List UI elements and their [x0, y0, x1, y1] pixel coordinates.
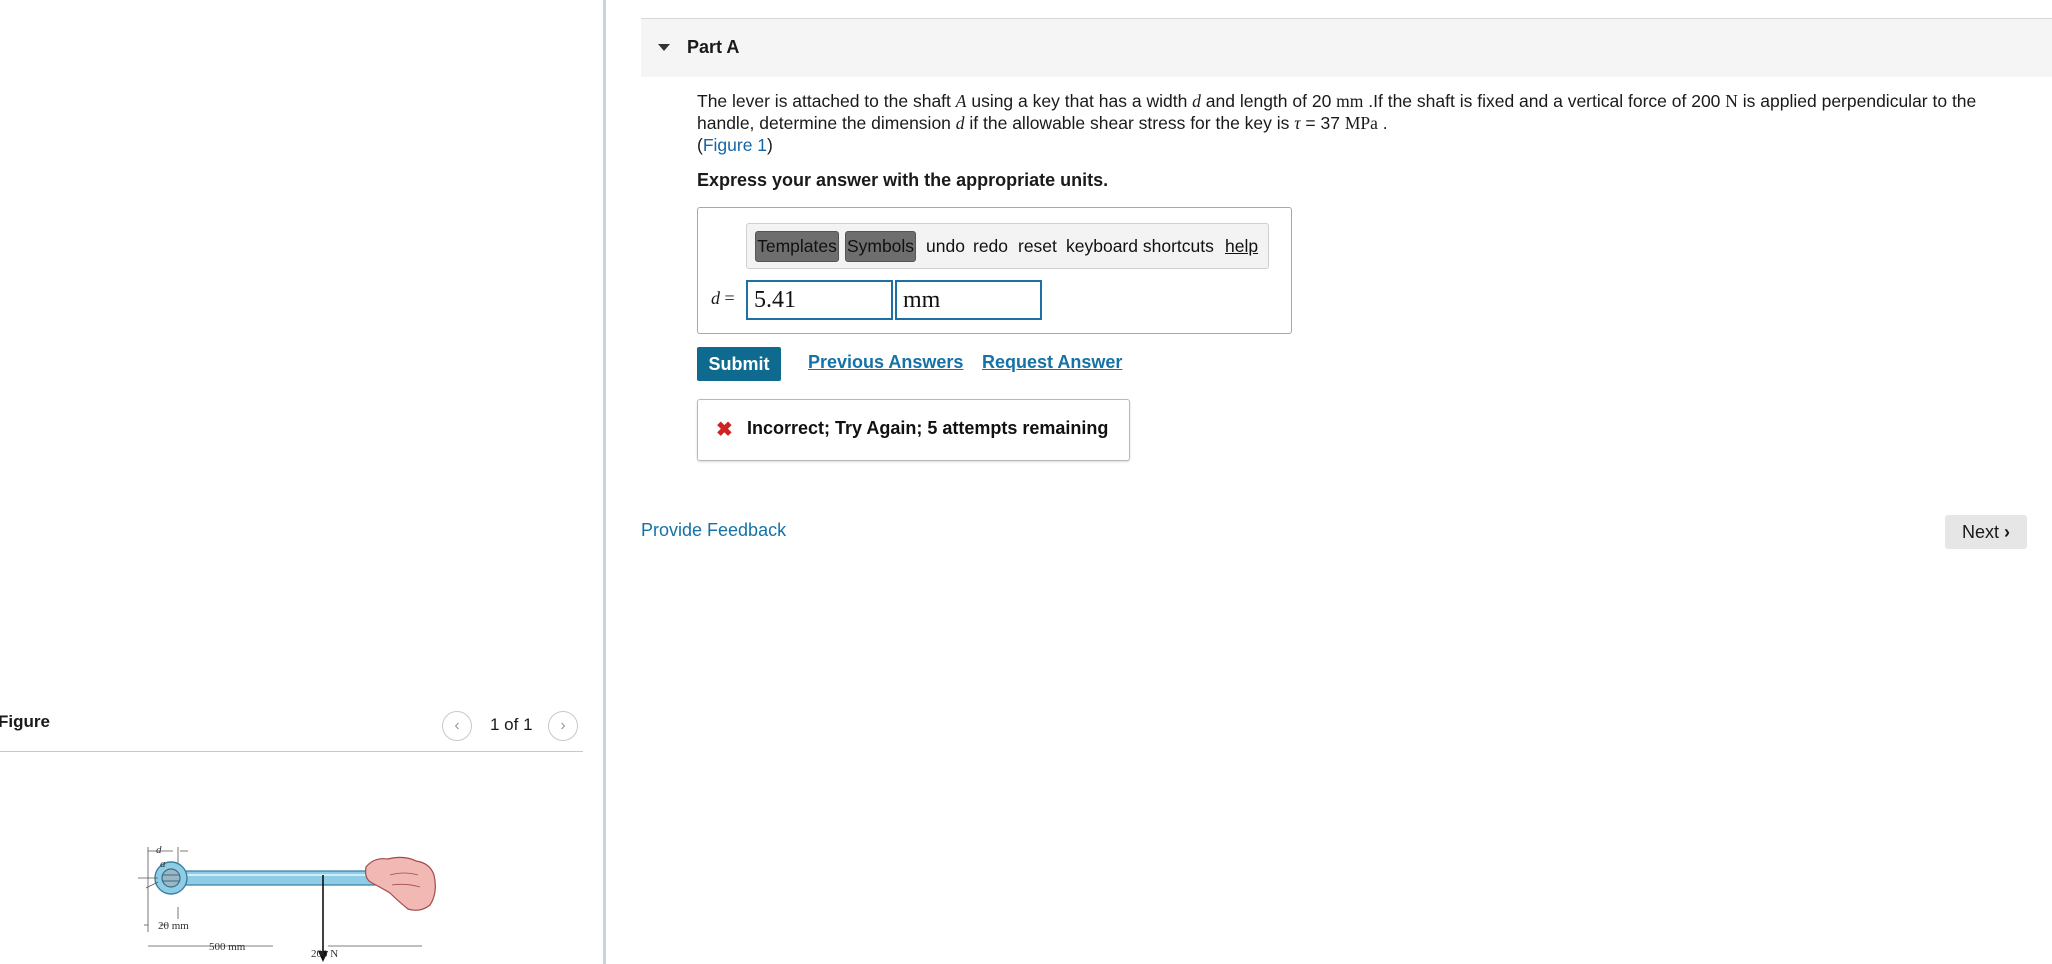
next-label: Next [1961, 521, 1999, 542]
answer-instruction: Express your answer with the appropriate… [697, 170, 1109, 190]
next-button[interactable]: Next › [1945, 515, 2027, 549]
templates-button[interactable]: Templates [755, 231, 839, 262]
pager-prev-button[interactable]: ‹ [442, 711, 472, 741]
undo-button[interactable]: undo [926, 236, 965, 257]
submit-button[interactable]: Submit [697, 347, 781, 381]
lever-diagram: d a a A 20 mm 500 mm 200 N [138, 844, 436, 962]
figure-panel: Figure ‹ 1 of 1 › d a 20 mm 500 mm 200 N [0, 0, 604, 964]
redo-button[interactable]: redo [973, 236, 1008, 257]
problem-text: . [1377, 113, 1388, 133]
label-a-right: a [160, 858, 166, 870]
previous-answers-link[interactable]: Previous Answers [808, 352, 963, 373]
chevron-left-icon: ‹ [454, 717, 460, 734]
reset-button[interactable]: reset [1018, 236, 1057, 257]
symbols-button[interactable]: Symbols [845, 231, 916, 262]
math-unit: mm [1336, 91, 1364, 111]
provide-feedback-link[interactable]: Provide Feedback [641, 520, 786, 541]
problem-text: = 37 [1300, 113, 1345, 133]
problem-text: .If the shaft is fixed and a vertical fo… [1363, 91, 1726, 111]
feedback-message: Incorrect; Try Again; 5 attempts remaini… [747, 418, 1109, 438]
problem-text: if the allowable shear stress for the ke… [964, 113, 1295, 133]
figure-link[interactable]: Figure 1 [703, 135, 767, 155]
math-symbol: d [1192, 91, 1201, 111]
x-icon: ✖ [716, 419, 733, 441]
equals-sign: = [720, 288, 735, 308]
help-button[interactable]: help [1225, 236, 1258, 257]
label-d: d [156, 844, 162, 856]
label-width: 20 mm [158, 920, 189, 932]
figure-title: Figure [0, 712, 50, 731]
keyboard-shortcuts-button[interactable]: keyboard shortcuts [1066, 236, 1214, 257]
label-force: 200 N [311, 948, 338, 960]
math-unit: MPa [1344, 113, 1378, 133]
variable-symbol: d [711, 288, 720, 308]
answer-value-input[interactable]: 5.41 [746, 280, 893, 320]
chevron-right-icon: › [2004, 521, 2010, 542]
answer-variable-label: d = [711, 288, 735, 309]
pager-count: 1 of 1 [490, 715, 533, 734]
label-length: 500 mm [209, 941, 246, 953]
math-unit: N [1725, 91, 1738, 111]
problem-text: using a key that has a width [966, 91, 1193, 111]
part-header[interactable] [641, 19, 2052, 77]
problem-text: The lever is attached to the shaft [697, 91, 956, 111]
pager-next-button[interactable]: › [548, 711, 578, 741]
problem-statement: The lever is attached to the shaft A usi… [697, 90, 2037, 156]
panel-divider[interactable] [603, 0, 606, 964]
math-symbol: d [955, 113, 965, 133]
answer-unit-input[interactable]: mm [895, 280, 1042, 320]
math-symbol: A [955, 91, 967, 111]
request-answer-link[interactable]: Request Answer [982, 352, 1122, 373]
figure-divider [0, 751, 583, 752]
caret-down-icon[interactable] [658, 44, 670, 51]
paren: ) [767, 135, 773, 155]
problem-text: and length of 20 [1200, 91, 1337, 111]
chevron-right-icon: › [560, 717, 566, 734]
part-title[interactable]: Part A [687, 37, 739, 58]
